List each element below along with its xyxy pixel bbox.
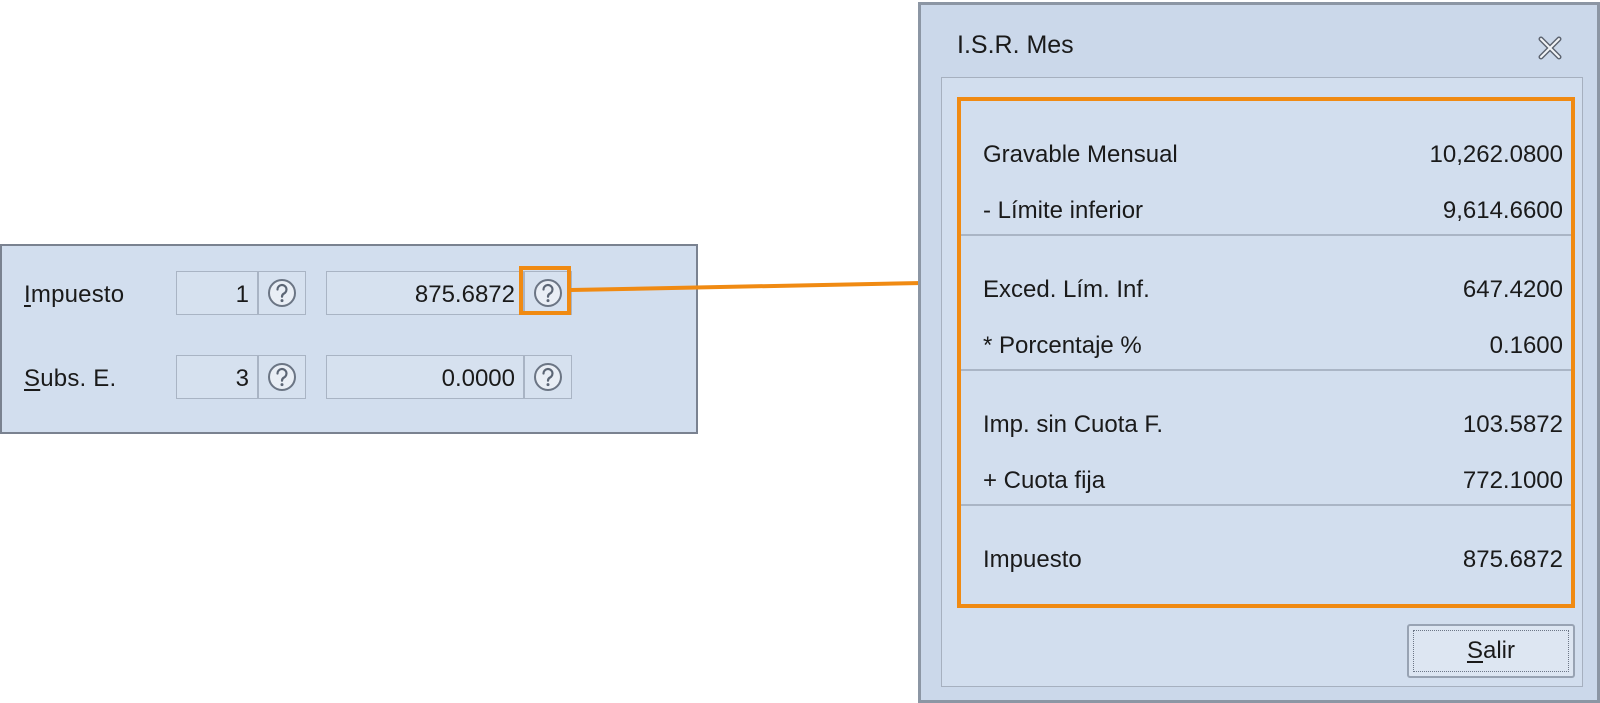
gravable-mensual-value: 10,262.0800 [1429,141,1563,168]
salir-button[interactable]: Salir [1407,624,1575,678]
separator [961,504,1571,506]
impuesto-total-label: Impuesto [983,546,1082,573]
impuesto-total-value: 875.6872 [1462,546,1563,573]
limite-inferior-label: - Límite inferior [983,197,1144,224]
cuota-fija-value: 772.1000 [1462,467,1563,494]
limite-inferior-value: 9,614.6600 [1442,197,1563,224]
porcentaje-label: * Porcentaje % [983,332,1142,359]
dialog-title: I.S.R. Mes [957,31,1074,59]
gravable-mensual-label: Gravable Mensual [983,141,1178,168]
imp-sin-cuota-value: 103.5872 [1462,411,1563,438]
excedente-label: Exced. Lím. Inf. [983,276,1150,303]
imp-sin-cuota-label: Imp. sin Cuota F. [983,411,1164,438]
separator [961,234,1571,236]
excedente-value: 647.4200 [1462,276,1563,303]
porcentaje-value: 0.1600 [1489,332,1563,359]
isr-mes-dialog: I.S.R. Mes Gravable Mensual 10,262.0800 … [918,2,1600,703]
salir-button-label: Salir [1466,637,1516,664]
isr-calculation-box: Gravable Mensual 10,262.0800 - Límite in… [957,97,1575,608]
close-x-icon [1538,36,1562,60]
close-button[interactable] [1533,31,1567,65]
separator [961,369,1571,371]
cuota-fija-label: + Cuota fija [983,467,1106,494]
